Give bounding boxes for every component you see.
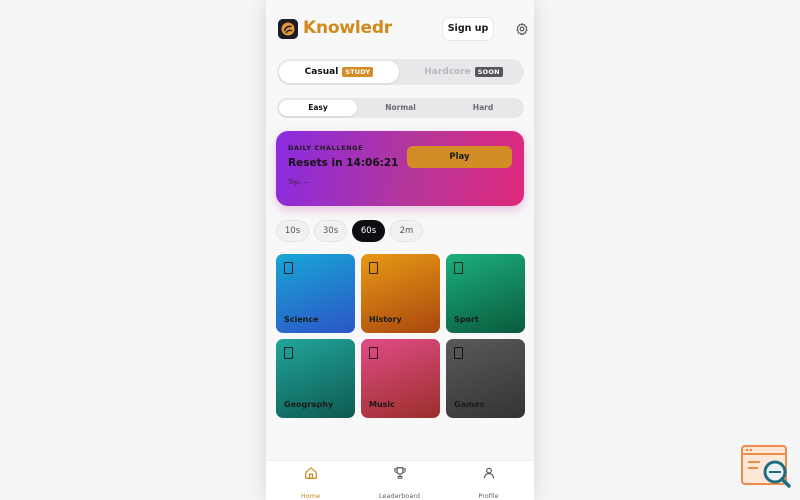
mode-casual-label: Casual [304,67,339,77]
daily-challenge-label: DAILY CHALLENGE [288,144,364,152]
nav-home-label: Home [300,492,321,500]
daily-reset-timer: Resets in 14:06:21 [288,157,399,169]
app-header: Knowledr Sign up [278,17,528,43]
sign-up-button[interactable]: Sign up [442,17,494,41]
nav-home[interactable]: Home [266,466,355,500]
category-label: Science [284,315,319,324]
category-games[interactable]: Games [446,339,525,418]
mode-hardcore-label: Hardcore [424,67,471,77]
nav-profile[interactable]: Profile [444,466,533,500]
duration-30s[interactable]: 30s [314,220,347,242]
category-geography[interactable]: Geography [276,339,355,418]
play-button[interactable]: Play [407,146,512,168]
category-music[interactable]: Music [361,339,440,418]
difficulty-hard[interactable]: Hard [444,100,522,116]
category-science[interactable]: Science [276,254,355,333]
science-icon [284,262,293,274]
bottom-nav: Home Leaderboard Profile [266,460,534,500]
app-screen: Knowledr Sign up Casual STUDY Hardcore S… [266,0,534,500]
mode-toggle: Casual STUDY Hardcore SOON [277,59,524,85]
sport-icon [454,262,463,274]
brand-name: Knowledr [303,18,392,38]
history-icon [369,262,378,274]
nav-profile-label: Profile [478,492,499,500]
difficulty-easy[interactable]: Easy [279,100,357,116]
games-icon [454,347,463,359]
brain-logo-icon [278,19,298,39]
mode-casual-tab[interactable]: Casual STUDY [279,61,399,83]
duration-60s[interactable]: 60s [352,220,385,242]
search-window-icon[interactable] [740,444,792,490]
home-icon [304,467,317,479]
difficulty-selector: Easy Normal Hard [277,98,524,118]
category-label: Geography [284,400,334,409]
gear-icon[interactable] [515,22,529,36]
user-icon [483,467,494,479]
category-history[interactable]: History [361,254,440,333]
soon-badge: SOON [474,67,503,77]
category-label: History [369,315,402,324]
geography-icon [284,347,293,359]
daily-top-score: Top: — [288,178,310,186]
category-label: Sport [454,315,479,324]
trophy-icon [393,467,406,479]
nav-leaderboard[interactable]: Leaderboard [355,466,444,500]
duration-2m[interactable]: 2m [390,220,423,242]
daily-challenge-card: DAILY CHALLENGE Resets in 14:06:21 Top: … [276,131,524,206]
duration-10s[interactable]: 10s [276,220,309,242]
category-label: Games [454,400,485,409]
music-icon [369,347,378,359]
category-label: Music [369,400,395,409]
nav-leaderboard-label: Leaderboard [378,492,421,500]
study-badge: STUDY [342,67,374,77]
category-sport[interactable]: Sport [446,254,525,333]
mode-hardcore-tab[interactable]: Hardcore SOON [405,61,522,83]
difficulty-normal[interactable]: Normal [361,100,440,116]
